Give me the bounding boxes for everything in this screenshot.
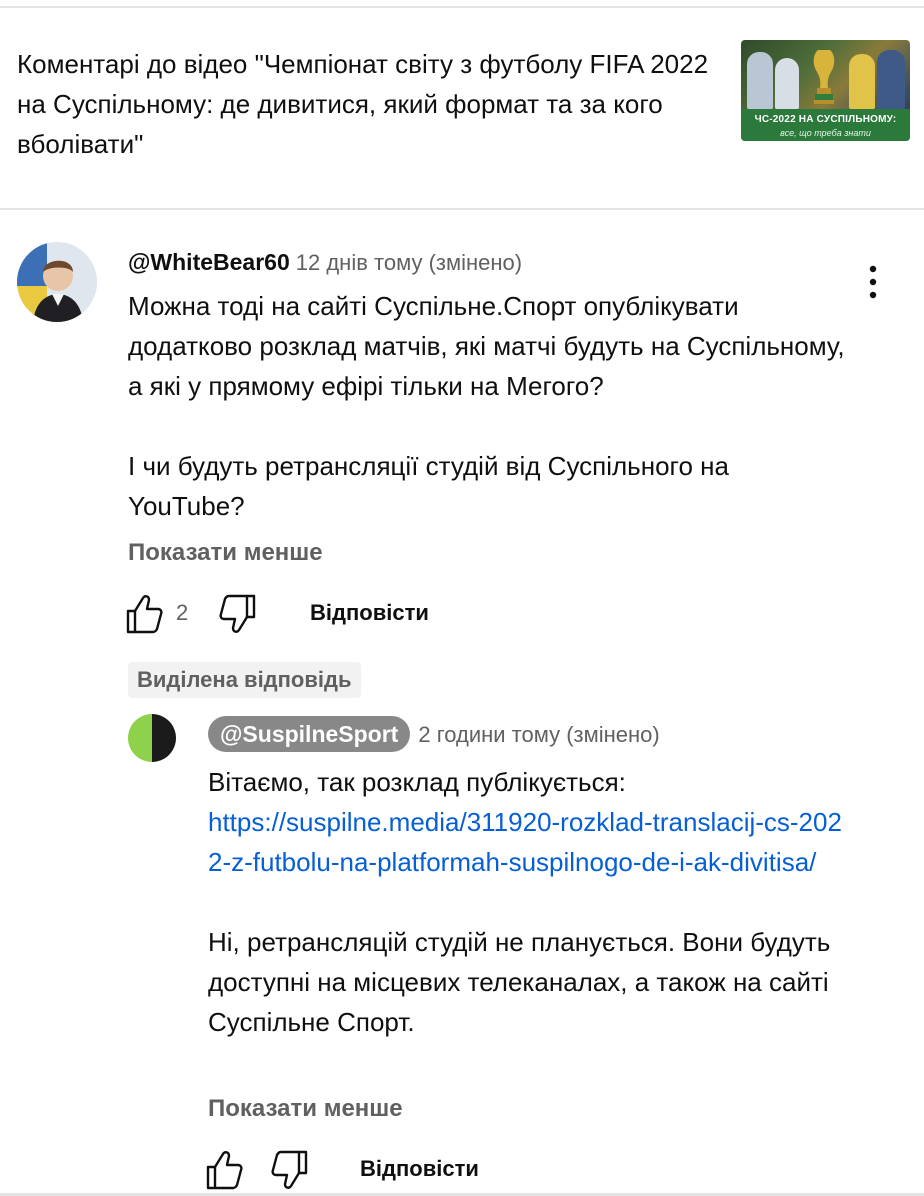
reply-actions: Відповісти (204, 1148, 604, 1192)
reply-paragraph: Вітаємо, так розклад публікується: (208, 767, 626, 797)
page-title: Коментарі до відео "Чемпіонат світу з фу… (17, 49, 709, 159)
thumbnail-player-figure (747, 52, 773, 110)
comment-header: @WhiteBear60 12 днів тому (змінено) (128, 246, 522, 278)
comments-header: Коментарі до відео "Чемпіонат світу з фу… (0, 8, 924, 208)
comment-paragraph: Можна тоді на сайті Суспільне.Спорт опуб… (128, 291, 845, 401)
comment-text: Можна тоді на сайті Суспільне.Спорт опуб… (128, 286, 848, 526)
comment-paragraph: І чи будуть ретрансляції студій від Сусп… (128, 451, 729, 521)
reply-show-less-button[interactable]: Показати менше (208, 1092, 403, 1126)
reply-header: @SuspilneSport 2 години тому (змінено) (208, 716, 660, 754)
avatar[interactable] (17, 242, 97, 322)
comment-author[interactable]: @WhiteBear60 (128, 249, 290, 275)
thumbnail-caption: ЧС-2022 НА СУСПІЛЬНОМУ: все, що треба зн… (741, 109, 910, 141)
show-less-button[interactable]: Показати менше (128, 536, 323, 570)
reply-text: Вітаємо, так розклад публікується: https… (208, 762, 848, 1042)
reply-paragraph: Ні, ретрансляцій студій не планується. В… (208, 927, 831, 1037)
comment-timestamp[interactable]: 12 днів тому (змінено) (296, 250, 522, 275)
world-cup-trophy-icon (813, 50, 835, 104)
header-divider (0, 208, 924, 210)
reply-author-chip[interactable]: @SuspilneSport (208, 716, 411, 752)
thumbnail-caption-main: ЧС-2022 НА СУСПІЛЬНОМУ: (754, 114, 897, 125)
video-thumbnail[interactable]: ЧС-2022 НА СУСПІЛЬНОМУ: все, що треба зн… (741, 40, 910, 141)
reply-reply-button[interactable]: Відповісти (360, 1154, 479, 1184)
thumbnail-player-figure (849, 54, 875, 110)
like-count: 2 (176, 600, 189, 625)
reply-button[interactable]: Відповісти (310, 598, 429, 628)
reply-dislike-button[interactable] (270, 1148, 310, 1192)
reply-link[interactable]: https://suspilne.media/311920-rozklad-tr… (208, 807, 842, 877)
reply-avatar[interactable] (128, 714, 176, 762)
comment-actions: 2 Відповісти (124, 592, 524, 636)
more-vert-icon[interactable] (858, 262, 888, 304)
thumbnail-caption-sub: все, що треба знати (780, 128, 871, 138)
thumbnail-player-figure (877, 50, 905, 110)
reply-timestamp[interactable]: 2 години тому (змінено) (418, 722, 659, 747)
reply-like-button[interactable] (204, 1148, 244, 1192)
thumbs-up-icon (126, 595, 163, 634)
user-avatar-image (17, 242, 97, 322)
thumbs-down-icon (219, 594, 256, 633)
dislike-button[interactable] (218, 592, 258, 636)
thumbnail-player-figure (775, 58, 799, 110)
like-button[interactable] (124, 592, 164, 636)
thumbs-up-icon (206, 1151, 243, 1190)
thumbs-down-icon (271, 1150, 308, 1189)
highlighted-reply-badge: Виділена відповідь (128, 662, 361, 698)
